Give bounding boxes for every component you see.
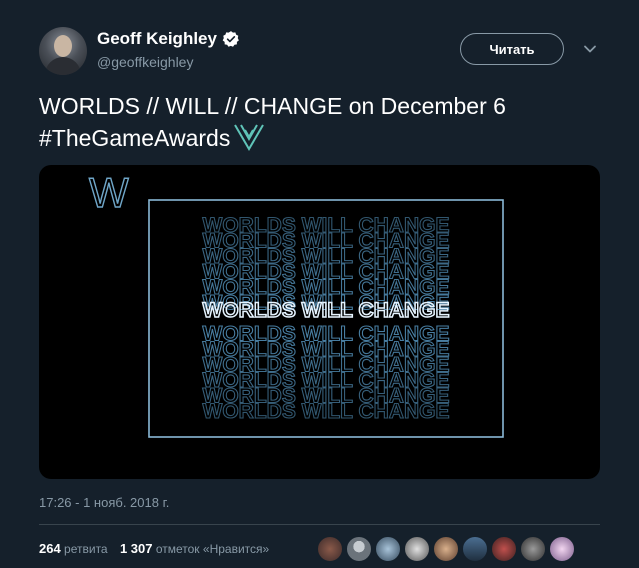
highlight-text: WORLDS WILL CHANGE [203,299,450,322]
tweet-body: WORLDS // WILL // CHANGE on December 6 [39,93,506,119]
liker-avatars [317,536,578,562]
chevron-down-icon[interactable] [583,42,597,56]
liker-avatar[interactable] [404,536,430,562]
avatar-head [54,35,72,57]
author-avatar[interactable] [39,27,87,75]
likes-count[interactable]: 1 307 [120,541,153,556]
author-display-name[interactable]: Geoff Keighley [97,29,217,49]
tweet-text: WORLDS // WILL // CHANGE on December 6 #… [39,90,609,154]
liker-avatar[interactable] [520,536,546,562]
hashtag-link[interactable]: #TheGameAwards [39,125,230,151]
liker-avatar[interactable] [549,536,575,562]
follow-button[interactable]: Читать [460,33,564,65]
liker-avatar[interactable] [433,536,459,562]
liker-avatar[interactable] [317,536,343,562]
retweets-count[interactable]: 264 [39,541,61,556]
worlds-will-change-artwork: W WORLDS WILL CHANGEWORLDS WILL CHANGEWO… [88,168,504,438]
author-name-row: Geoff Keighley [97,29,240,49]
liker-avatar[interactable] [346,536,372,562]
liker-avatar[interactable] [375,536,401,562]
liker-avatar[interactable] [491,536,517,562]
corner-letter: W [89,169,129,216]
author-handle[interactable]: @geoffkeighley [97,54,193,70]
game-awards-logo-icon [234,124,265,151]
avatar-shoulders [45,57,81,75]
tweet-stats: 264 ретвита 1 307 отметок «Нравится» [39,541,269,556]
tweet-media-image[interactable]: W WORLDS WILL CHANGE WORLDS WILL CHANGE WO… [39,165,600,479]
repeated-text-row: WORLDS WILL CHANGE [203,400,450,423]
tweet-timestamp[interactable]: 17:26 - 1 нояб. 2018 г. [39,495,169,510]
liker-avatar[interactable] [462,536,488,562]
divider [39,524,600,525]
retweets-label[interactable]: ретвита [64,542,108,556]
likes-label[interactable]: отметок «Нравится» [156,542,269,556]
verified-badge-icon [222,31,239,47]
